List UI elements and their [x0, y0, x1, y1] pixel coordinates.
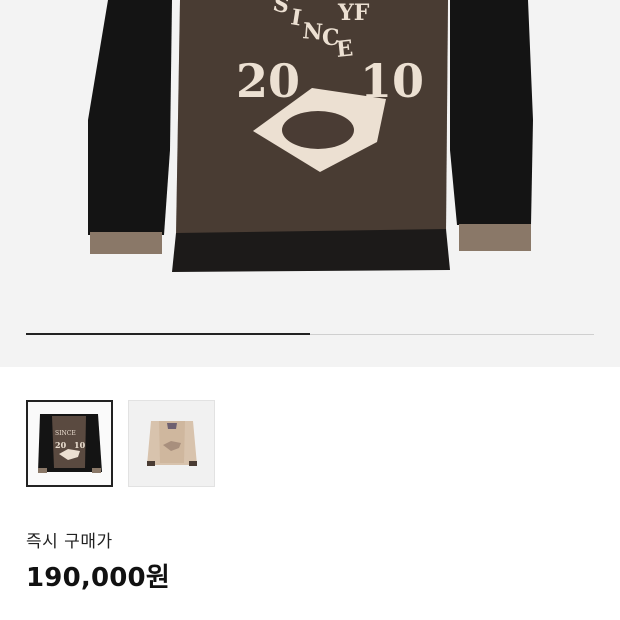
gallery-progress-bar — [26, 333, 594, 335]
thumbnail-black[interactable]: SINCE 20 10 — [26, 400, 113, 487]
svg-text:20: 20 — [55, 440, 67, 450]
svg-text:N: N — [301, 18, 323, 46]
price-label: 즉시 구매가 — [26, 532, 113, 552]
price-value: 190,000원 — [26, 563, 170, 593]
graphic-year-left: 20 — [236, 54, 300, 108]
thumbnail-black-image: SINCE 20 10 — [38, 414, 102, 473]
left-cuff — [90, 232, 162, 254]
thumbnail-beige-image — [147, 421, 197, 466]
svg-text:SINCE: SINCE — [55, 430, 76, 437]
thumbnail-beige[interactable] — [128, 400, 215, 487]
svg-text:E: E — [335, 35, 354, 63]
product-main-image: YF S I N C E 20 10 — [88, 0, 533, 272]
product-image-gallery[interactable]: YF S I N C E 20 10 — [0, 0, 620, 367]
gallery-progress-fill — [26, 333, 310, 335]
svg-text:10: 10 — [74, 440, 86, 450]
graphic-arc-top: YF — [337, 0, 370, 26]
right-cuff — [459, 224, 531, 251]
